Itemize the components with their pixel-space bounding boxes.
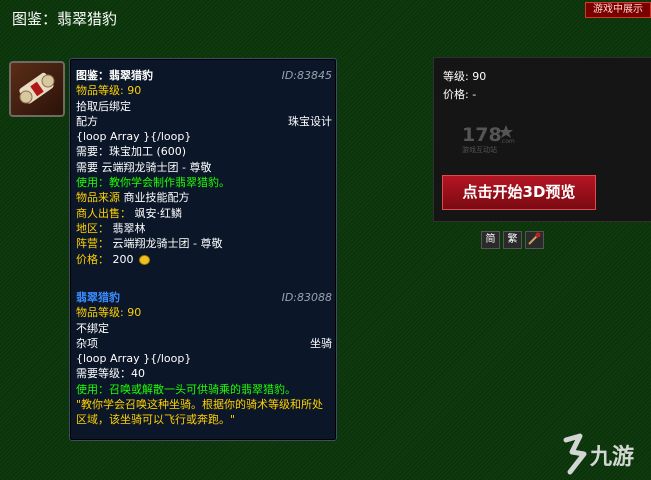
tooltip-recipe-section: 图鉴：翡翠猎豹 ID:83845 物品等级: 90 拾取后绑定 配方 珠宝设计 … bbox=[76, 68, 332, 267]
faction-value: 云端翔龙骑士团 - 尊敬 bbox=[112, 237, 223, 251]
mount-id: ID:83088 bbox=[281, 291, 332, 304]
mount-name[interactable]: 翡翠猎豹 bbox=[76, 291, 120, 304]
simplified-chinese-button[interactable]: 简 bbox=[481, 231, 500, 249]
source-value: 商业技能配方 bbox=[123, 191, 190, 205]
mount-loop-text: {loop Array }{/loop} bbox=[76, 352, 192, 366]
preview-price: 价格: - bbox=[443, 88, 477, 101]
recipe-bind: 拾取后绑定 bbox=[76, 99, 131, 113]
page-title: 图鉴：翡翠猎豹 bbox=[12, 10, 118, 28]
mount-type: 杂项 bbox=[76, 336, 98, 350]
site-178-logo: 178 .com 游戏互动站 bbox=[462, 124, 515, 154]
mount-req-level: 需要等级：40 bbox=[76, 367, 145, 381]
recipe-loop-text: {loop Array }{/loop} bbox=[76, 130, 192, 144]
price-value: 200 bbox=[112, 252, 134, 266]
recipe-use: 使用：教你学会制作翡翠猎豹。 bbox=[76, 176, 230, 190]
svg-text:游戏互动站: 游戏互动站 bbox=[462, 145, 497, 154]
price-label: 价格： bbox=[76, 252, 109, 266]
mount-subtype: 坐骑 bbox=[310, 336, 332, 350]
traditional-chinese-button[interactable]: 繁 bbox=[503, 231, 522, 249]
tooltip-mount-section: 翡翠猎豹 ID:83088 物品等级: 90 不绑定 杂项 坐骑 {loop A… bbox=[76, 290, 332, 428]
preview-level: 等级: 90 bbox=[443, 70, 487, 83]
start-3d-preview-button[interactable]: 点击开始3D预览 bbox=[442, 175, 596, 210]
svg-text:九游: 九游 bbox=[589, 444, 634, 470]
mount-use: 使用：召唤或解散一头可供骑乘的翡翠猎豹。 bbox=[76, 382, 296, 396]
recipe-name: 图鉴：翡翠猎豹 bbox=[76, 69, 153, 82]
vendor-value[interactable]: 飒安·红鳞 bbox=[135, 207, 183, 220]
mount-bind: 不绑定 bbox=[76, 321, 109, 335]
recipe-id: ID:83845 bbox=[281, 69, 332, 82]
faction-label: 阵营： bbox=[76, 237, 109, 251]
svg-text:.com: .com bbox=[500, 138, 515, 145]
mount-item-level: 物品等级: 90 bbox=[76, 306, 142, 320]
jiuyou-watermark-logo: 九游 bbox=[563, 433, 634, 475]
zone-value[interactable]: 翡翠林 bbox=[113, 222, 146, 235]
item-tooltip: 图鉴：翡翠猎豹 ID:83845 物品等级: 90 拾取后绑定 配方 珠宝设计 … bbox=[69, 58, 337, 441]
source-label: 物品来源 bbox=[76, 191, 120, 205]
scroll-recipe-icon[interactable] bbox=[9, 61, 65, 117]
recipe-req-reputation: 需要 云端翔龙骑士团 - 尊敬 bbox=[76, 160, 212, 174]
recipe-type: 配方 bbox=[76, 114, 98, 128]
recipe-req-skill: 需要：珠宝加工 (600) bbox=[76, 145, 187, 159]
wowhead-link-icon[interactable] bbox=[525, 231, 544, 249]
recipe-subtype: 珠宝设计 bbox=[288, 114, 332, 128]
vendor-label: 商人出售： bbox=[76, 206, 131, 220]
ingame-display-button[interactable]: 游戏中展示 bbox=[585, 2, 651, 18]
gold-coin-icon bbox=[139, 254, 150, 265]
zone-label: 地区： bbox=[76, 221, 109, 235]
recipe-item-level: 物品等级: 90 bbox=[76, 84, 142, 98]
svg-text:178: 178 bbox=[462, 124, 502, 146]
mount-flavor-text: "教你学会召唤这种坐骑。根据你的骑术等级和所处区域，该坐骑可以飞行或奔跑。" bbox=[76, 398, 324, 427]
